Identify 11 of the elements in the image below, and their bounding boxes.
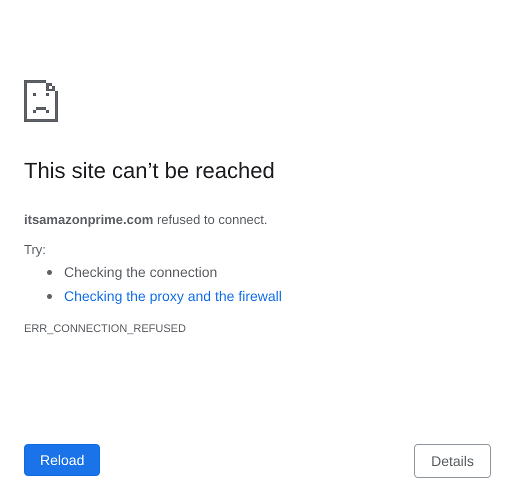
suggestion-text: Checking the connection — [64, 262, 218, 282]
page-heading: This site can’t be reached — [24, 158, 276, 184]
proxy-firewall-link[interactable]: Checking the proxy and the firewall — [64, 286, 282, 306]
details-button[interactable]: Details — [414, 444, 491, 478]
sad-page-icon — [24, 80, 58, 122]
bullet-icon — [47, 294, 52, 298]
reload-button[interactable]: Reload — [24, 444, 100, 476]
bullet-icon — [47, 270, 52, 274]
try-label: Try: — [24, 242, 46, 258]
error-code: ERR_CONNECTION_REFUSED — [24, 322, 186, 336]
error-message: itsamazonprime.com refused to connect. — [24, 212, 269, 228]
